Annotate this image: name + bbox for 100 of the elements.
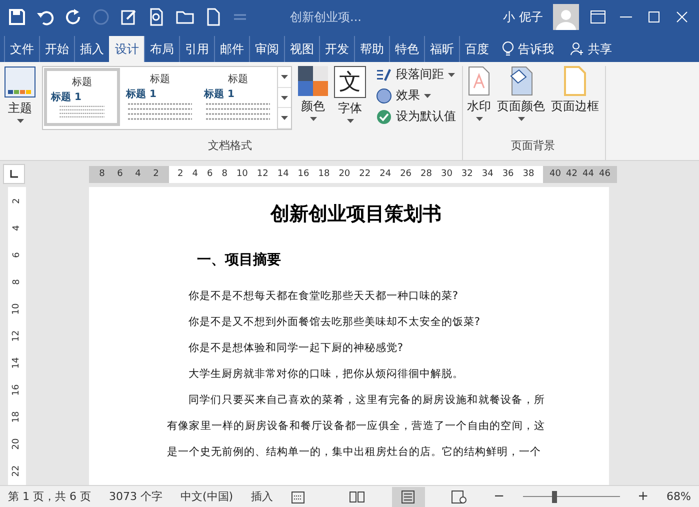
ribbon-tab[interactable]: 设计 — [109, 36, 144, 62]
ruler-number: 42 — [566, 169, 578, 179]
ruler-number: 18 — [12, 411, 22, 423]
save-icon[interactable] — [8, 8, 26, 26]
paragraph: 你是不是不想每天都在食堂吃那些天天都一种口味的菜? — [187, 288, 460, 304]
language: 中文(中国) — [180, 489, 234, 504]
paragraph: 你是不是又不想到外面餐馆去吃那些美味却不太安全的饭菜? — [187, 314, 482, 330]
ruler-number: 2 — [178, 169, 184, 179]
group-label: 文档格式 — [208, 138, 252, 153]
ruler-number: 36 — [502, 169, 514, 179]
ruler-number: 24 — [380, 169, 392, 179]
share-button[interactable]: 共享 — [562, 36, 620, 62]
ruler-number: 34 — [482, 169, 494, 179]
ruler-number: 14 — [277, 169, 289, 179]
text-lines-drawing — [206, 102, 270, 122]
zoom-slider-thumb[interactable] — [552, 490, 558, 502]
ruler-number: 38 — [522, 169, 534, 179]
style-thumbnail[interactable]: 标题 标题 1 — [122, 68, 198, 126]
thumbnail-title: 标题 — [150, 72, 170, 86]
ruler-number: 18 — [318, 169, 330, 179]
insert-mode: 插入 — [251, 489, 274, 504]
colors-button[interactable]: 颜色 — [298, 66, 328, 121]
paragraph: 同学们只要买来自己喜欢的菜肴，这里有完备的厨房设施和就餐设备，所有像家里一样的厨房设备和餐厅设备都一应俱全，营造了一个自由的空间，这是一个史无前例的、结构单一的，集中出租房灶台的店。它的结构鲜明，一个 — [167, 392, 545, 460]
print-preview-icon[interactable] — [148, 8, 166, 26]
book-icon — [349, 490, 366, 504]
redo-icon[interactable] — [64, 8, 82, 26]
ruler-number: 20 — [338, 169, 350, 179]
ruler-number: 12 — [256, 169, 268, 179]
caret-icon — [16, 119, 24, 123]
ruler-number: 14 — [12, 357, 22, 369]
caret-icon — [281, 116, 288, 120]
page-color-button[interactable]: 页面颜色 — [497, 66, 545, 121]
ruler-number: 6 — [117, 169, 123, 179]
ruler-number: 46 — [599, 169, 610, 179]
page-border-icon — [563, 66, 587, 96]
paragraph-spacing-button[interactable]: 段落间距 — [376, 66, 456, 83]
ruler-number: 4 — [135, 169, 141, 179]
ruler-number: 22 — [12, 466, 22, 478]
theme-icon — [4, 66, 36, 98]
thumbnail-title: 标题 — [228, 72, 248, 86]
web-page-icon — [451, 490, 468, 504]
page-borders-button[interactable]: 页面边框 — [551, 66, 599, 115]
zoom-out-button[interactable]: − — [494, 489, 505, 504]
ruler-number: 10 — [236, 169, 248, 179]
thumbnail-heading: 标题 1 — [51, 90, 82, 104]
thumbnail-heading: 标题 1 — [126, 88, 156, 101]
avatar-silhouette — [553, 4, 579, 30]
watermark-icon — [467, 66, 491, 96]
ruler-number: 4 — [192, 169, 198, 179]
ruler-number: 40 — [550, 169, 561, 179]
ruler-number: 30 — [440, 169, 452, 179]
ruler-number: 12 — [12, 330, 22, 342]
person-add-icon — [570, 42, 584, 56]
word-count: 3073 个字 — [108, 489, 162, 504]
set-default-button[interactable]: 设为默认值 — [376, 108, 456, 125]
undo-icon[interactable] — [36, 8, 54, 26]
check-circle-icon — [376, 108, 392, 124]
ruler-number: 44 — [582, 169, 594, 179]
user-name: 小 伲子 — [503, 8, 543, 26]
ruler-number: 16 — [298, 169, 310, 179]
print-layout-button[interactable] — [392, 486, 425, 506]
tab-stop-selector[interactable] — [3, 164, 25, 184]
ruler-number: 2 — [153, 169, 159, 179]
edit-icon[interactable] — [120, 8, 138, 26]
page-color-icon — [508, 66, 534, 96]
caret-icon — [476, 117, 482, 121]
ruler-number: 8 — [99, 169, 105, 179]
ruler-number: 8 — [222, 169, 228, 179]
effects-icon — [376, 88, 392, 104]
thumbnail-title: 标题 — [72, 76, 92, 89]
style-thumbnail[interactable]: 标题 标题 1 — [44, 68, 120, 126]
caret-icon — [281, 96, 288, 100]
theme-button[interactable]: 主题 — [4, 66, 36, 123]
ruler-number: 28 — [420, 169, 432, 179]
ruler-number: 6 — [206, 169, 213, 179]
ruler-number: 8 — [12, 278, 22, 285]
ruler-number: 32 — [461, 169, 473, 179]
caret-icon — [346, 119, 354, 123]
tell-me-button[interactable]: 告诉我 — [494, 36, 562, 62]
ruler-number: 4 — [12, 224, 22, 230]
tab-stop-icon — [10, 170, 18, 178]
ribbon-display-icon[interactable] — [589, 8, 607, 26]
paragraph: 大学生厨房就非常对你的口味，把你从烦闷徘徊中解脱。 — [187, 366, 464, 382]
page-icon — [400, 490, 416, 504]
macro-icon[interactable] — [291, 490, 305, 504]
zoom-in-button[interactable]: + — [638, 489, 649, 504]
effects-button[interactable]: 效果 — [376, 87, 456, 104]
ruler-number: 20 — [12, 438, 22, 450]
caret-icon — [448, 72, 455, 76]
paragraph: 你是不是想体验和同学一起下厨的神秘感觉? — [187, 340, 404, 356]
style-thumbnail[interactable]: 标题 标题 1 — [200, 68, 276, 126]
thumbnail-heading: 标题 1 — [204, 88, 234, 101]
watermark-button[interactable]: 水印 — [467, 66, 491, 121]
caret-icon — [424, 94, 431, 98]
ruler-number: 2 — [12, 198, 22, 204]
document-title: 创新创业项... — [290, 8, 362, 26]
brush-icon — [376, 68, 392, 82]
zoom-level: 68% — [666, 490, 691, 503]
document-heading: 创新创业项目策划书 — [269, 202, 442, 227]
fonts-button[interactable]: 文 字体 — [334, 66, 366, 123]
